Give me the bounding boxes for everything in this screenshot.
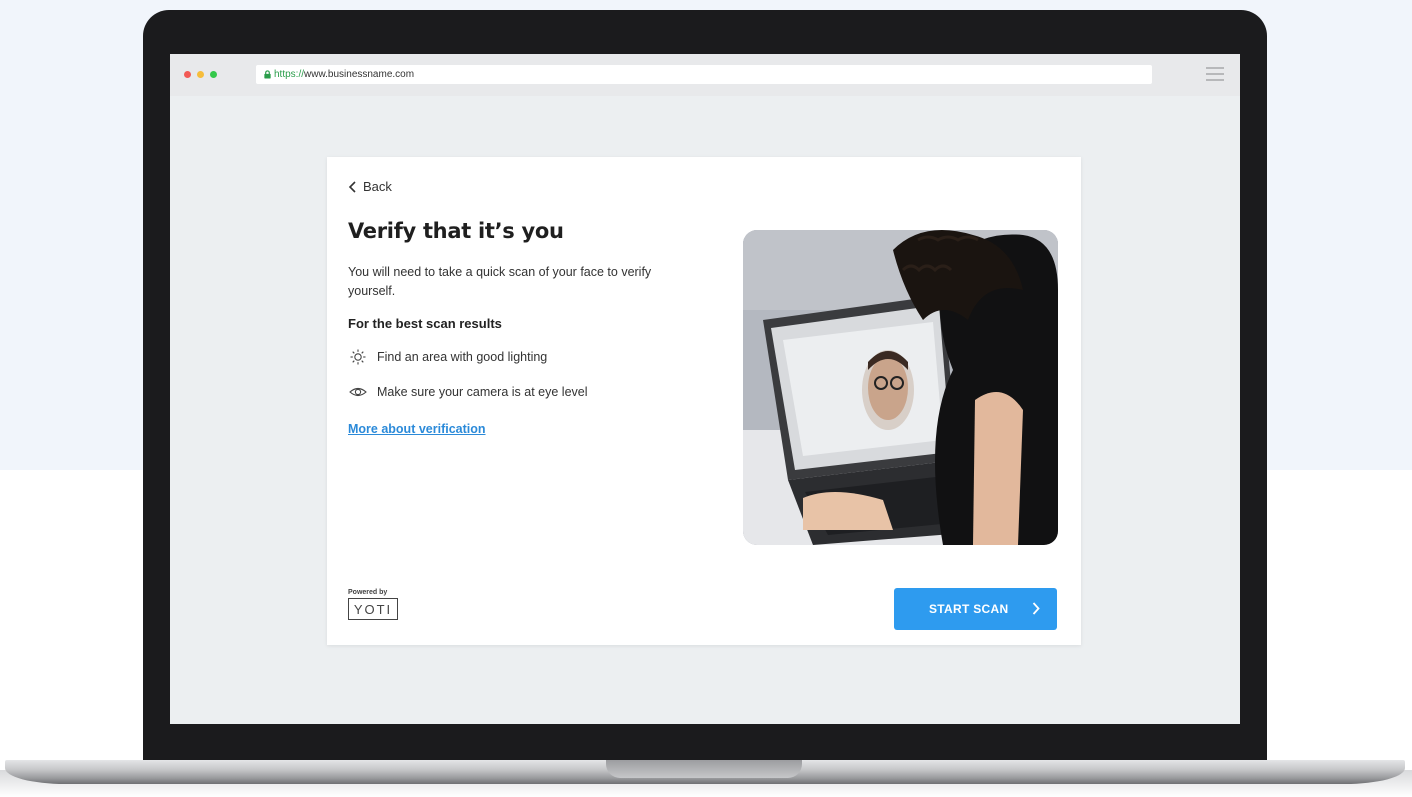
address-bar[interactable]: https://www.businessname.com	[256, 65, 1152, 84]
start-scan-button[interactable]: START SCAN	[894, 588, 1057, 630]
window-maximize-dot[interactable]	[210, 71, 217, 78]
back-label: Back	[363, 179, 392, 194]
tip-lighting-text: Find an area with good lighting	[377, 350, 548, 364]
hamburger-menu-icon[interactable]	[1206, 67, 1224, 81]
yoti-logo: YOTI	[348, 598, 398, 620]
face-scan-photo	[743, 230, 1058, 545]
tip-lighting: Find an area with good lighting	[348, 349, 547, 365]
tips-heading: For the best scan results	[348, 316, 502, 331]
more-about-verification-link[interactable]: More about verification	[348, 422, 486, 436]
url-scheme: https://	[274, 69, 305, 80]
laptop-base-notch	[606, 760, 802, 778]
chevron-left-icon	[348, 180, 356, 193]
tip-eye-level: Make sure your camera is at eye level	[348, 384, 588, 400]
url-text: https://www.businessname.com	[274, 65, 414, 84]
back-button[interactable]: Back	[348, 179, 392, 194]
eye-icon	[349, 387, 367, 397]
illustration-person-at-laptop	[743, 230, 1058, 545]
chevron-right-icon	[1032, 602, 1040, 615]
sun-icon	[350, 349, 366, 365]
powered-by-label: Powered by	[348, 589, 388, 596]
window-minimize-dot[interactable]	[197, 71, 204, 78]
page-description: You will need to take a quick scan of yo…	[348, 265, 652, 298]
browser-toolbar: https://www.businessname.com	[170, 54, 1240, 96]
window-close-dot[interactable]	[184, 71, 191, 78]
tip-eye-level-text: Make sure your camera is at eye level	[377, 385, 588, 399]
start-scan-label: START SCAN	[929, 602, 1009, 616]
laptop-screen: https://www.businessname.com Back Verify…	[170, 54, 1240, 724]
powered-by-yoti: Powered by YOTI	[348, 589, 398, 620]
verification-card: Back Verify that it’s you You will need …	[327, 157, 1081, 645]
lock-icon	[264, 70, 271, 79]
url-host: www.businessname.com	[304, 69, 415, 80]
page-title: Verify that it’s you	[348, 219, 564, 243]
